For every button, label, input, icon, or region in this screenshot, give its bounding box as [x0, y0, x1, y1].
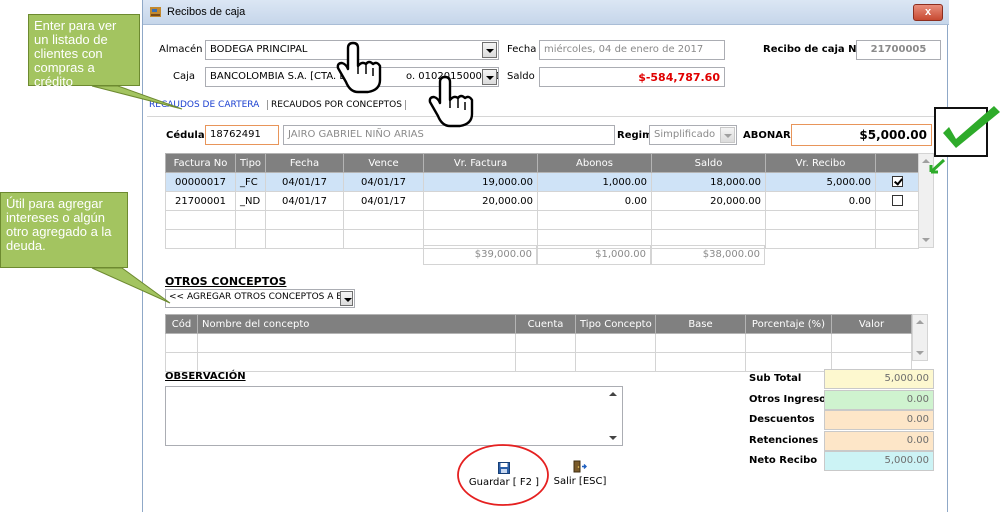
callout-otros-conceptos: Útil para agregar intereses o algún otro…	[0, 192, 128, 268]
callout-top-pointer	[91, 85, 183, 110]
green-arrow-icon	[929, 158, 946, 174]
pointer-hand-icon	[336, 41, 382, 94]
green-check-box	[934, 107, 988, 157]
callout-left-pointer	[91, 267, 171, 304]
pointer-hand-icon	[428, 75, 474, 128]
annotation-overlay	[91, 41, 1000, 506]
callout-clientes: Enter para ver un listado de clientes co…	[28, 14, 140, 89]
highlight-circle	[457, 444, 549, 506]
